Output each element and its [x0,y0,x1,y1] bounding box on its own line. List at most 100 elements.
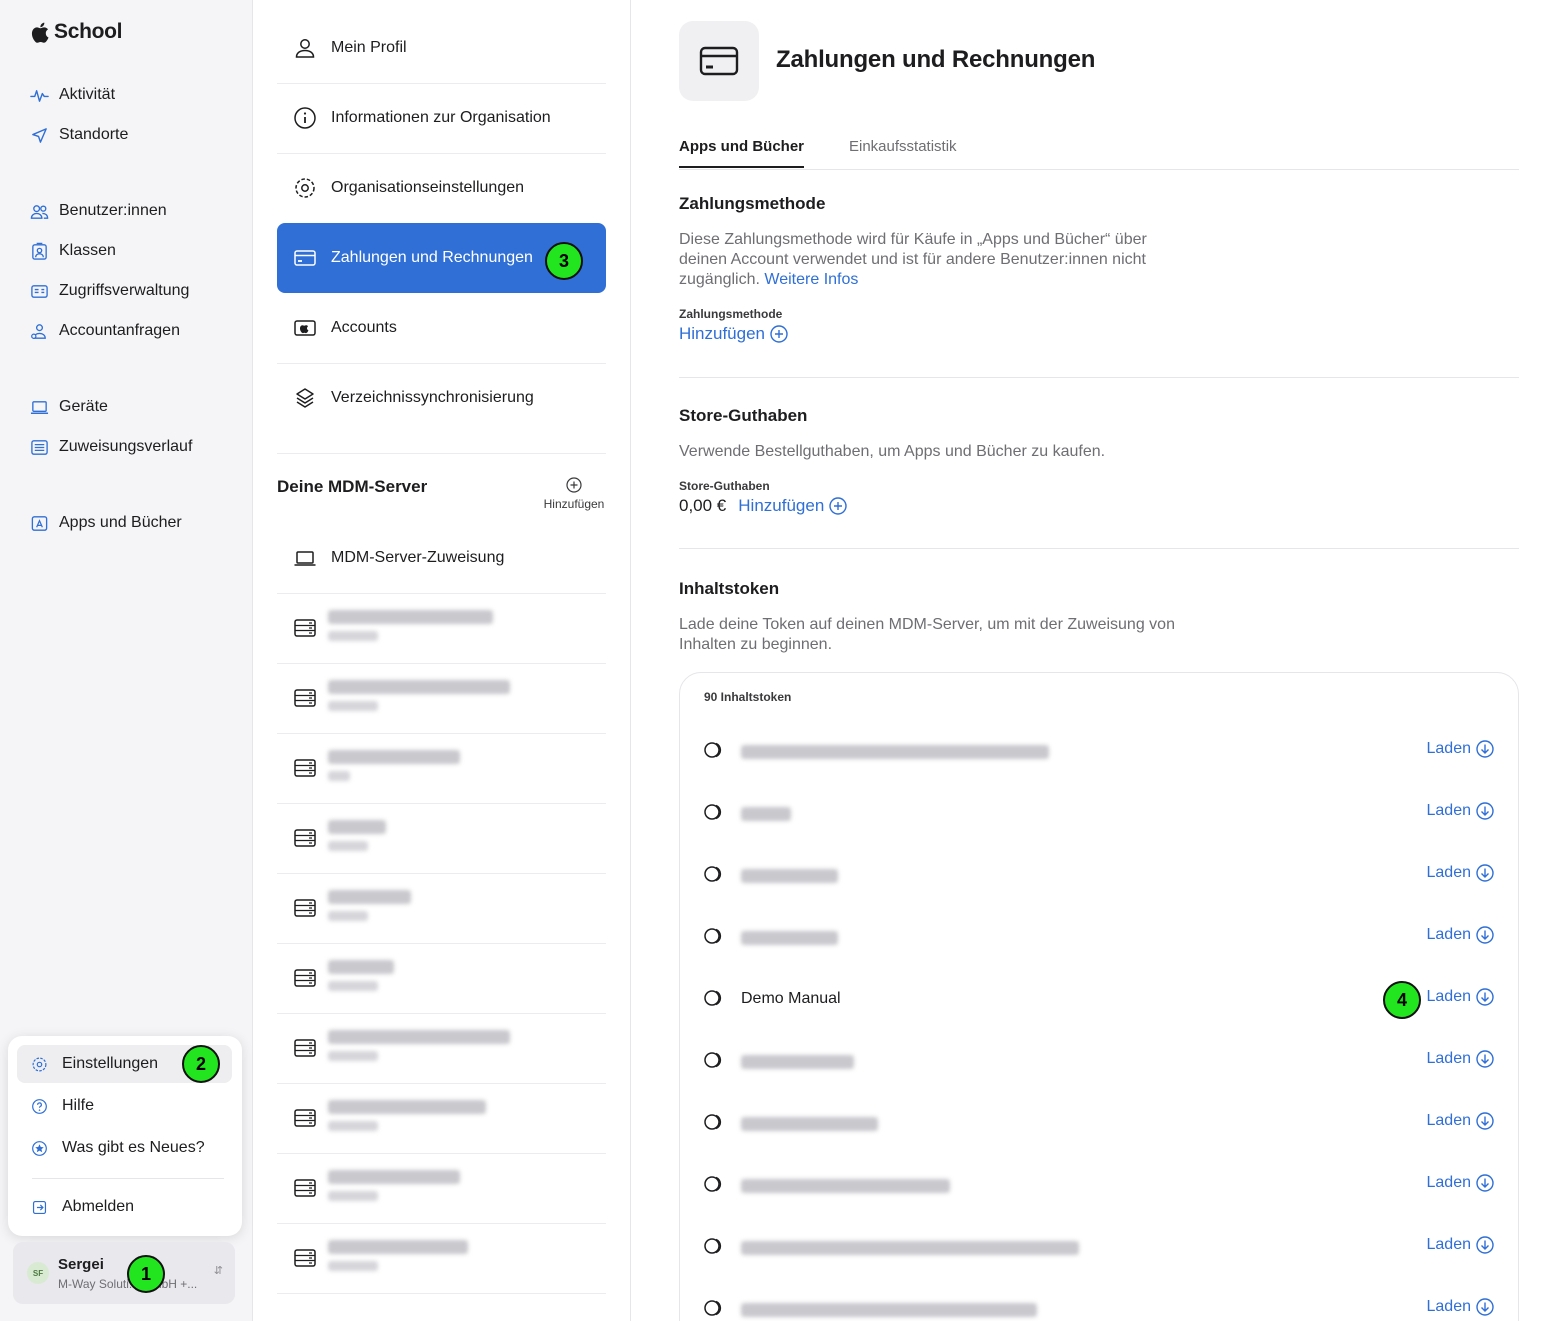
download-circle-icon [1476,802,1494,820]
brand-name: School [54,20,123,43]
server-icon [294,899,316,917]
mdm-server-item[interactable] [277,593,606,663]
mdm-server-detail-redacted [328,841,368,851]
download-circle-icon [1476,1050,1494,1068]
menu-item-whats-new[interactable]: Was gibt es Neues? [17,1129,232,1167]
mdm-server-item[interactable] [277,1083,606,1153]
settings-menu: Mein Profil Informationen zur Organisati… [253,0,631,1321]
sidebar-item-accountanfragen[interactable]: Accountanfragen [30,316,180,346]
sidebar-item-benutzer[interactable]: Benutzer:innen [30,196,167,226]
credit-card-icon [294,250,316,266]
sidebar-item-aktivitaet[interactable]: Aktivität [30,80,115,110]
avatar: SF [27,1262,49,1284]
load-token-button[interactable]: Laden [1427,1298,1495,1316]
settings-item-label: MDM-Server-Zuweisung [331,549,505,566]
sidebar-item-klassen[interactable]: Klassen [30,236,116,266]
mdm-add-button[interactable]: Hinzufügen [541,477,607,511]
page-title: Zahlungen und Rechnungen [776,46,1096,73]
sidebar-item-zuweisungsverlauf[interactable]: Zuweisungsverlauf [30,432,192,462]
step-marker-3: 3 [545,242,583,280]
load-token-button[interactable]: Laden [1427,802,1495,820]
divider [679,377,1519,378]
mdm-server-item[interactable] [277,1223,606,1293]
load-token-button[interactable]: Laden [1427,864,1495,882]
tab-einkaufsstatistik[interactable]: Einkaufsstatistik [849,138,957,155]
mdm-server-item[interactable] [277,1153,606,1223]
account-request-icon [31,323,46,339]
chevron-updown-icon: ⇵ [213,1265,223,1277]
mdm-server-name-redacted [328,960,394,974]
mdm-server-item[interactable] [277,733,606,803]
load-label: Laden [1426,1050,1472,1067]
divider [679,548,1519,549]
payment-method-description: Diese Zahlungsmethode wird für Käufe in … [679,230,1199,290]
token-name-redacted [741,1303,1037,1317]
load-token-button[interactable]: Laden [1427,1174,1495,1192]
star-icon [32,1140,47,1156]
divider [277,1293,606,1294]
sidebar-item-zugriffsverwaltung[interactable]: Zugriffsverwaltung [30,276,189,306]
token-name-redacted [741,745,1049,759]
download-circle-icon [1476,1174,1494,1192]
mdm-server-detail-redacted [328,1051,378,1061]
settings-item-profil[interactable]: Mein Profil [277,13,606,83]
load-label: Laden [1426,864,1472,881]
token-row: Laden [704,861,1494,891]
settings-item-label: Accounts [331,319,397,336]
add-label: Hinzufügen [679,324,766,343]
menu-item-hilfe[interactable]: Hilfe [17,1087,232,1125]
page-icon [679,21,759,101]
sidebar-item-label: Apps und Bücher [59,514,182,531]
token-icon [704,1238,722,1254]
settings-item-mdm-zuweisung[interactable]: MDM-Server-Zuweisung [277,523,606,593]
sidebar-item-label: Geräte [59,398,108,415]
menu-item-abmelden[interactable]: Abmelden [17,1188,232,1226]
load-label: Laden [1426,1236,1472,1253]
load-token-button[interactable]: Laden [1427,1050,1495,1068]
sidebar-item-standorte[interactable]: Standorte [30,120,128,150]
server-icon [294,619,316,637]
token-icon [704,1114,722,1130]
load-token-button[interactable]: Laden [1427,1112,1495,1130]
settings-item-organisationseinstellungen[interactable]: Organisationseinstellungen [277,153,606,223]
sidebar-item-label: Zuweisungsverlauf [59,438,193,455]
download-circle-icon [1476,926,1494,944]
store-credit-title: Store-Guthaben [679,406,808,425]
mdm-server-name-redacted [328,890,411,904]
sidebar-item-geraete[interactable]: Geräte [30,392,108,422]
sidebar-item-apps-buecher[interactable]: Apps und Bücher [30,508,182,538]
add-payment-method-button[interactable]: Hinzufügen [679,324,788,344]
token-name-redacted [741,807,791,821]
token-row: Laden [704,737,1494,767]
mdm-server-item[interactable] [277,873,606,943]
laptop-icon [30,400,49,414]
settings-item-accounts[interactable]: Accounts [277,293,606,363]
user-account-button[interactable]: SF Sergei M-Way Soluti... GmbH +... ⇵ [13,1242,235,1304]
tab-apps-buecher[interactable]: Apps und Bücher [679,138,805,168]
token-row: Laden [704,923,1494,953]
load-label: Laden [1426,802,1472,819]
load-token-button[interactable]: Laden [1427,1236,1495,1254]
brand[interactable]: School [31,20,123,44]
mdm-server-item[interactable] [277,1013,606,1083]
help-icon [32,1098,47,1114]
mdm-server-item[interactable] [277,943,606,1013]
mdm-server-detail-redacted [328,701,378,711]
load-token-button[interactable]: Laden [1427,926,1495,944]
mdm-server-item[interactable] [277,663,606,733]
add-store-credit-button[interactable]: Hinzufügen [738,496,847,516]
plus-circle-icon [770,325,788,343]
settings-item-organisation-info[interactable]: Informationen zur Organisation [277,83,606,153]
plus-circle-icon [566,477,582,493]
gear-icon [295,178,315,198]
load-token-button[interactable]: Laden [1427,740,1495,758]
mdm-server-name-redacted [328,610,493,624]
token-icon [704,1176,722,1192]
token-name-redacted [741,869,838,883]
settings-item-verzeichnissync[interactable]: Verzeichnissynchronisierung [277,363,606,433]
settings-item-label: Zahlungen und Rechnungen [331,249,533,266]
token-row: Laden [704,1047,1494,1077]
load-token-button[interactable]: Laden [1427,988,1495,1006]
more-info-link[interactable]: Weitere Infos [764,271,858,288]
mdm-server-item[interactable] [277,803,606,873]
